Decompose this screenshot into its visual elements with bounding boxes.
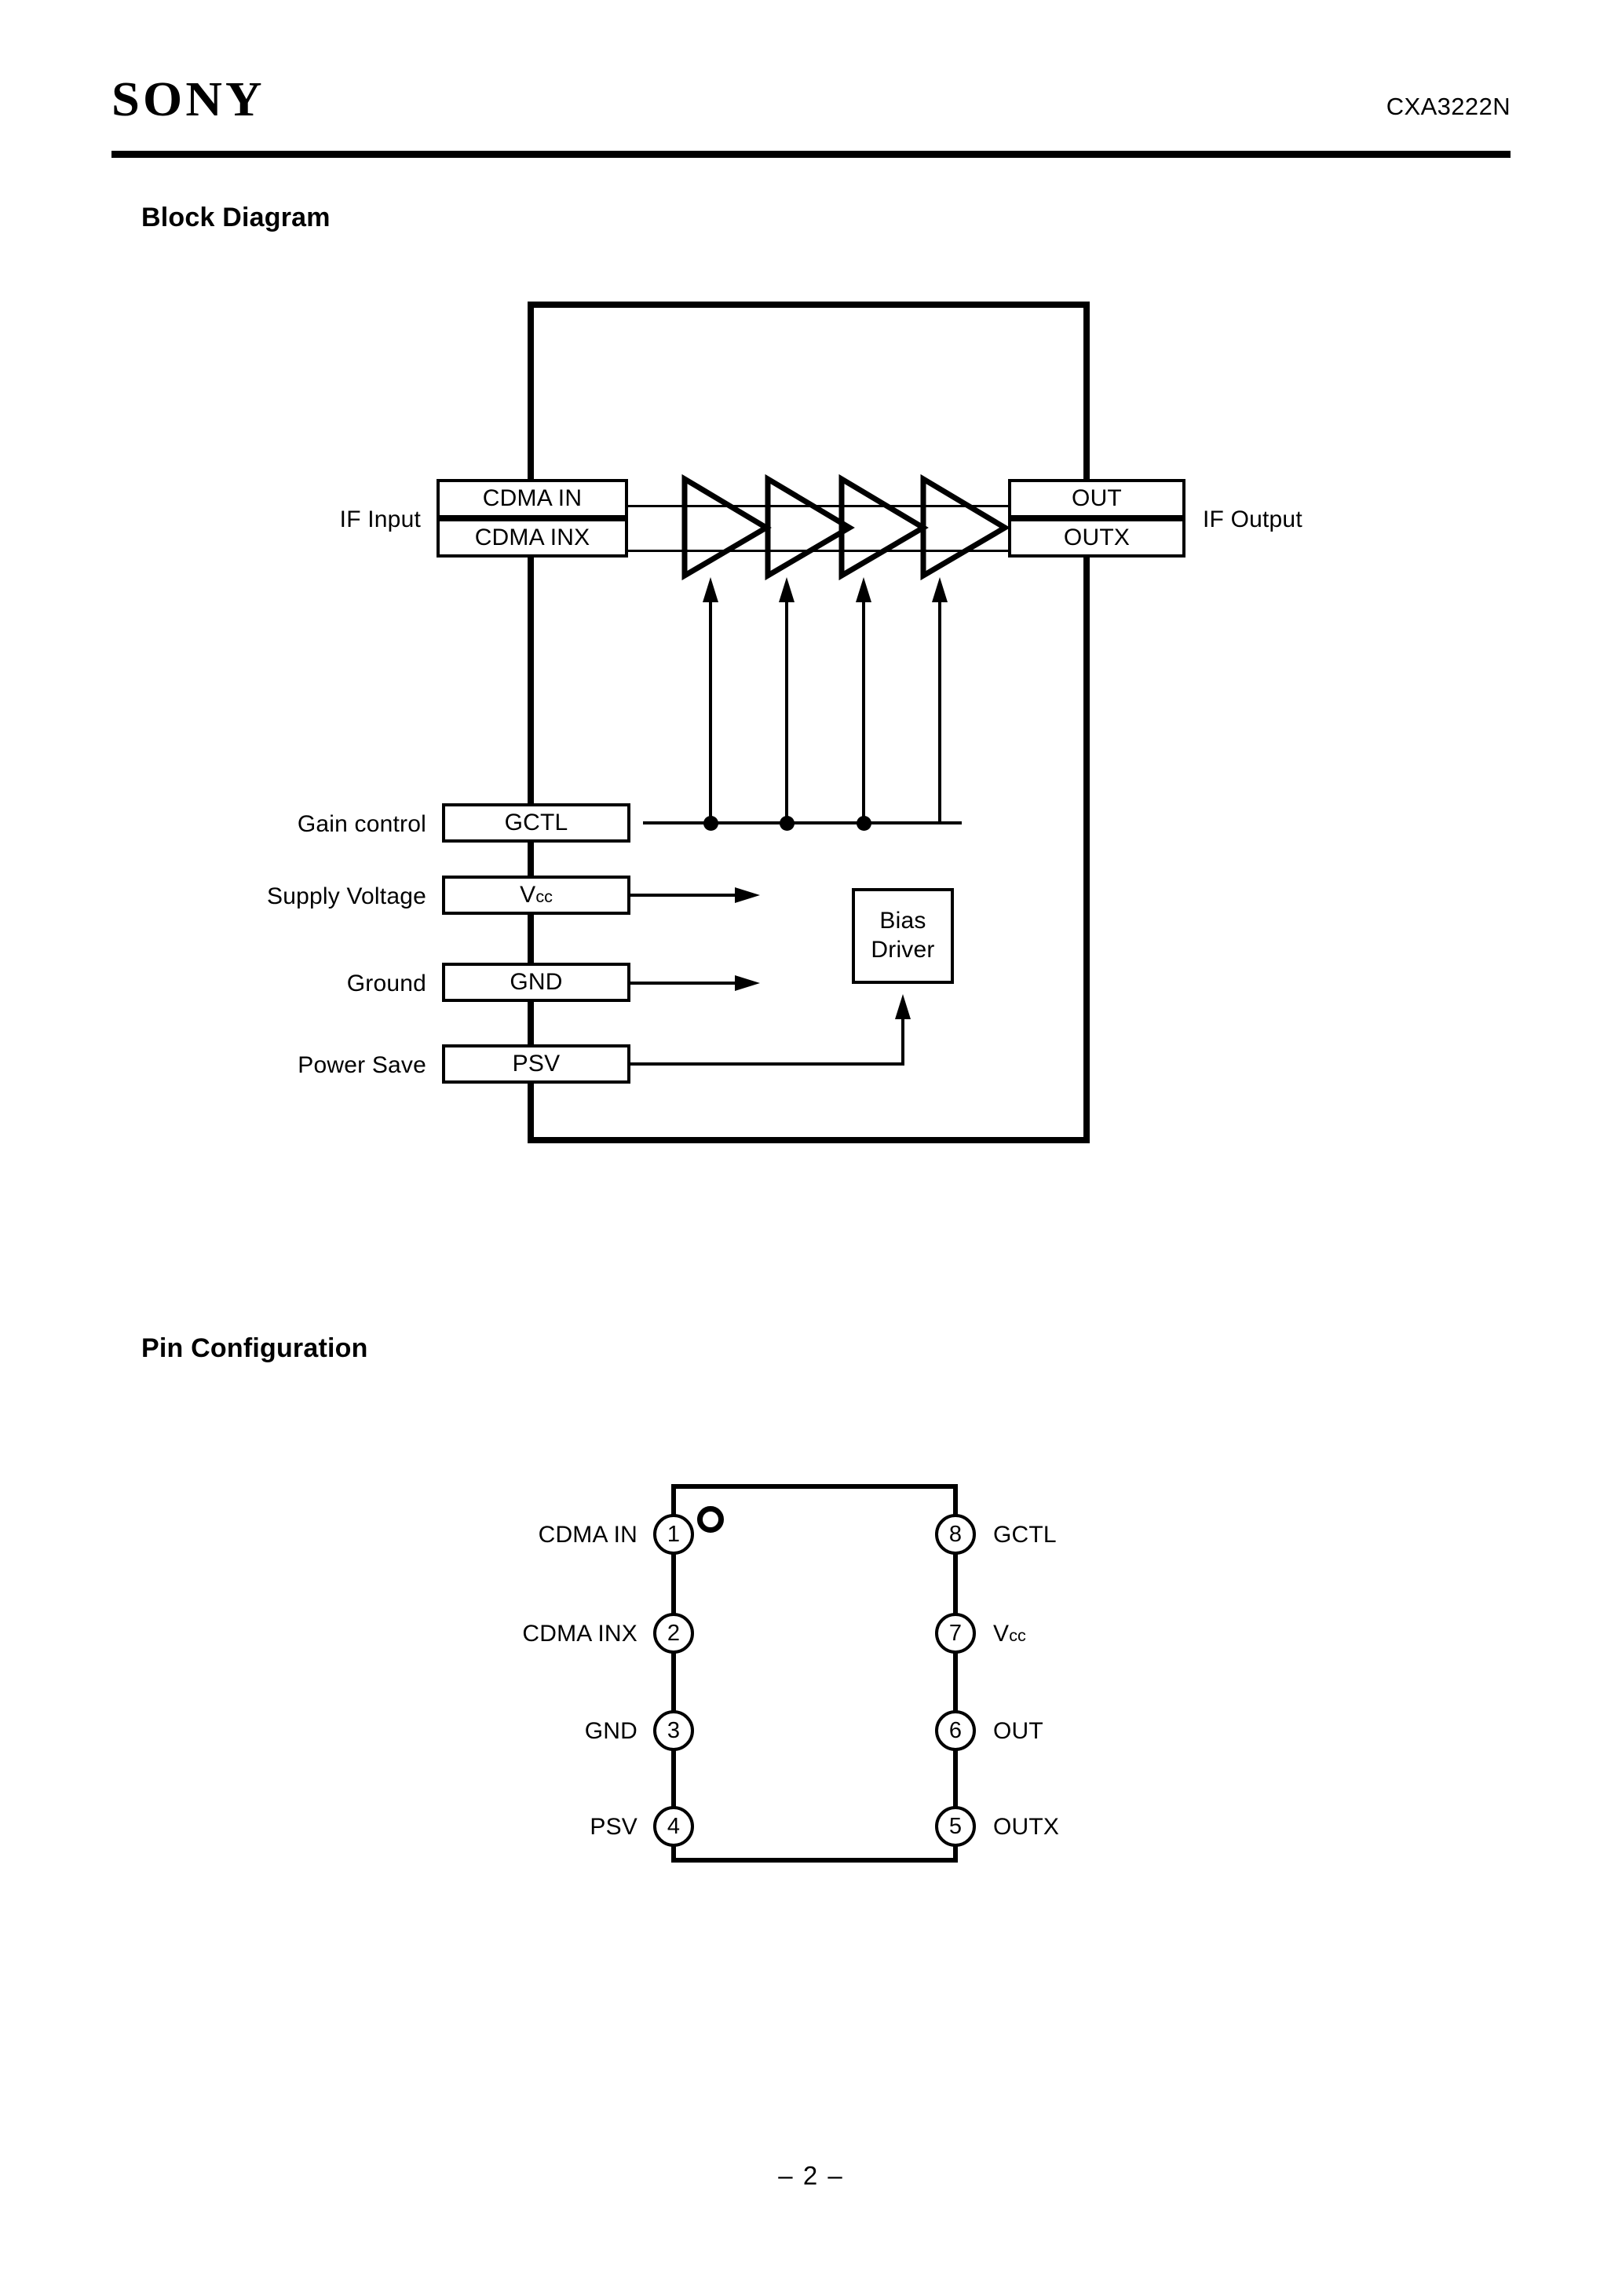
pin-label-2: CDMA INX bbox=[522, 1621, 637, 1647]
package-outline-bottom bbox=[671, 1858, 958, 1863]
pin-circle-7: 7 bbox=[935, 1613, 976, 1654]
pin-box-cdma-inx: CDMA INX bbox=[437, 518, 628, 558]
bias-driver-line-1: Bias bbox=[879, 908, 926, 934]
pin-box-cdma-in: CDMA IN bbox=[437, 479, 628, 518]
ground-label: Ground bbox=[346, 971, 426, 996]
pin-box-outx-label: OUTX bbox=[1063, 525, 1131, 550]
pin-label-5: OUTX bbox=[993, 1814, 1060, 1840]
pin-box-gnd-label: GND bbox=[510, 969, 563, 995]
amplifier-chain bbox=[628, 473, 1010, 1066]
pin-box-out: OUT bbox=[1008, 479, 1185, 518]
pin-circle-6: 6 bbox=[935, 1710, 976, 1751]
datasheet-page: SONY CXA3222N Block Diagram CDMA IN CDMA… bbox=[0, 0, 1622, 2296]
pin-box-vcc-label: Vcc bbox=[520, 882, 553, 908]
pin-circle-3: 3 bbox=[653, 1710, 694, 1751]
bias-driver-line-2: Driver bbox=[871, 937, 935, 963]
pin-label-1: CDMA IN bbox=[538, 1522, 637, 1548]
pin-box-cdma-in-label: CDMA IN bbox=[482, 485, 583, 511]
pin-box-cdma-inx-label: CDMA INX bbox=[474, 525, 590, 550]
pin-box-gctl: GCTL bbox=[442, 803, 630, 843]
if-output-label: IF Output bbox=[1203, 506, 1302, 532]
pin-box-gnd: GND bbox=[442, 963, 630, 1002]
pin-circle-5: 5 bbox=[935, 1806, 976, 1847]
pin-box-psv-label: PSV bbox=[512, 1051, 561, 1077]
pin-box-out-label: OUT bbox=[1072, 485, 1122, 511]
pin-label-4: PSV bbox=[590, 1814, 637, 1840]
pin-box-outx: OUTX bbox=[1008, 518, 1185, 558]
if-input-label: IF Input bbox=[339, 506, 421, 532]
pin-circle-8: 8 bbox=[935, 1514, 976, 1555]
gain-control-tap-3 bbox=[856, 577, 871, 823]
page-number-footer: – 2 – bbox=[778, 2161, 844, 2190]
power-save-label: Power Save bbox=[298, 1052, 426, 1078]
amplifier-4 bbox=[920, 473, 1010, 581]
pin-label-8: GCTL bbox=[993, 1522, 1057, 1548]
gain-control-junction-dot bbox=[703, 816, 718, 831]
pin-circle-2: 2 bbox=[653, 1613, 694, 1654]
pin-1-index-marker bbox=[697, 1506, 724, 1533]
pin-circle-1: 1 bbox=[653, 1514, 694, 1555]
bias-driver-block: Bias Driver bbox=[852, 888, 954, 984]
pin-circle-4: 4 bbox=[653, 1806, 694, 1847]
pin-box-vcc: Vcc bbox=[442, 876, 630, 915]
gain-control-tap-4 bbox=[932, 577, 948, 823]
gain-control-junction-dot bbox=[857, 816, 871, 831]
pin-box-gctl-label: GCTL bbox=[504, 810, 568, 835]
gain-control-label: Gain control bbox=[297, 811, 426, 837]
gain-control-tap-2 bbox=[779, 577, 795, 823]
pin-label-7: Vcc bbox=[993, 1621, 1026, 1647]
supply-voltage-label: Supply Voltage bbox=[267, 883, 426, 909]
pin-label-3: GND bbox=[584, 1718, 637, 1744]
pin-box-psv: PSV bbox=[442, 1044, 630, 1084]
package-outline-top bbox=[671, 1484, 958, 1489]
gain-control-tap-1 bbox=[703, 577, 718, 823]
vcc-internal-arrow bbox=[628, 887, 760, 903]
gnd-internal-arrow bbox=[628, 975, 760, 991]
psv-to-bias-driver-line bbox=[628, 994, 911, 1066]
amplifier-2 bbox=[765, 473, 855, 581]
gain-control-junction-dot bbox=[780, 816, 795, 831]
pin-label-6: OUT bbox=[993, 1718, 1043, 1744]
amplifier-1 bbox=[681, 473, 772, 581]
pin-configuration-heading: Pin Configuration bbox=[141, 1333, 368, 1363]
